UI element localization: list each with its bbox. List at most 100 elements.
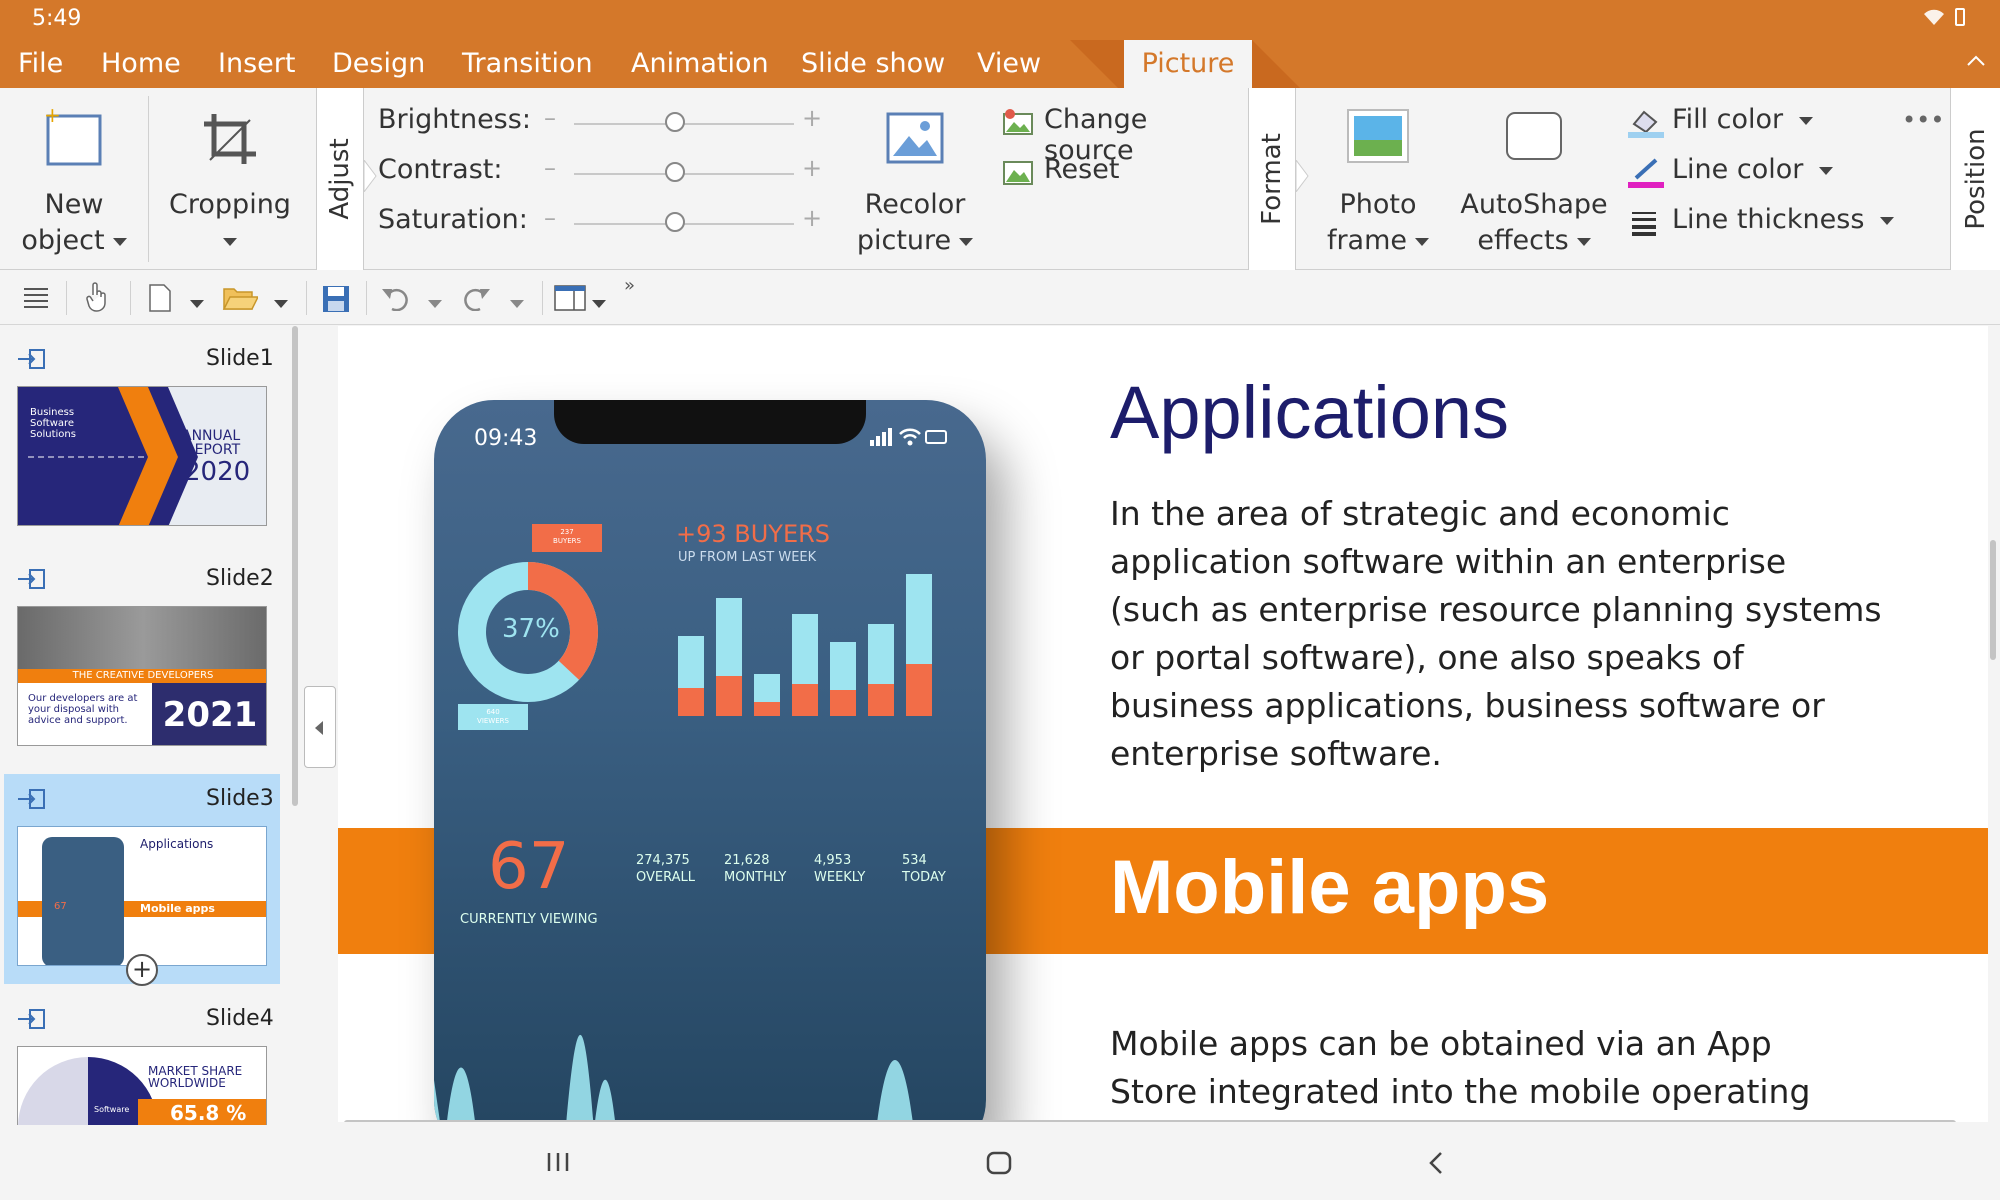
- slide-4-thumbnail[interactable]: MARKET SHARE WORLDWIDE Software 65.8 %: [17, 1046, 267, 1126]
- photo-frame-label-2: frame: [1310, 222, 1446, 259]
- double-chevron-icon[interactable]: »: [624, 275, 635, 296]
- tab-adjust[interactable]: Adjust: [316, 88, 364, 270]
- save-icon[interactable]: [322, 285, 350, 317]
- slide-canvas[interactable]: 09:43 237 BUYERS 37% 640 VIEWERS +93 BUYER…: [338, 326, 1988, 1122]
- chevron-down-icon: [959, 237, 974, 246]
- minus-icon[interactable]: –: [544, 104, 556, 132]
- slide-body[interactable]: In the area of strategic and economic ap…: [1110, 490, 1970, 778]
- viewers-badge-num: 640: [486, 708, 500, 716]
- autoshape-label-2: effects: [1456, 222, 1612, 259]
- more-options-icon[interactable]: •••: [1902, 106, 1944, 134]
- chevron-down-icon[interactable]: [592, 293, 606, 312]
- slider-handle[interactable]: [665, 112, 685, 132]
- horizontal-scrollbar[interactable]: [344, 1120, 1956, 1122]
- contrast-slider[interactable]: Contrast: – +: [378, 154, 838, 194]
- menu-list-icon[interactable]: [22, 285, 50, 315]
- autoshape-icon: [1504, 110, 1564, 168]
- chevron-left-icon: [315, 721, 323, 735]
- body-line: In the area of strategic and economic: [1110, 494, 1730, 533]
- slide-title[interactable]: Applications: [1110, 370, 1509, 455]
- menu-transition[interactable]: Transition: [462, 48, 593, 79]
- autoshape-effects-button[interactable]: AutoShape effects: [1456, 88, 1612, 270]
- slide-1-line: Solutions: [30, 429, 76, 440]
- line-color-button[interactable]: Line color: [1626, 154, 1886, 194]
- line-thickness-button[interactable]: Line thickness: [1626, 204, 1906, 244]
- plus-icon[interactable]: +: [802, 154, 822, 182]
- tab-pointer: [364, 160, 377, 192]
- slide-2-label: Slide2: [206, 566, 274, 591]
- add-slide-button[interactable]: +: [126, 954, 158, 986]
- change-source-button[interactable]: Change source: [1000, 104, 1240, 166]
- minus-icon[interactable]: –: [544, 154, 556, 182]
- panel-collapse-handle[interactable]: [304, 686, 336, 768]
- body-line: Mobile apps can be obtained via an App: [1110, 1024, 1772, 1063]
- menu-animation[interactable]: Animation: [631, 48, 769, 79]
- chevron-down-icon: [1799, 116, 1814, 125]
- slide-2-text: Our developers are at your disposal with a…: [28, 693, 137, 726]
- chevron-down-icon[interactable]: [428, 293, 442, 312]
- hand-pointer-icon[interactable]: [84, 281, 110, 317]
- tab-format[interactable]: Format: [1248, 88, 1296, 270]
- plus-icon[interactable]: +: [802, 204, 822, 232]
- view-layout-icon[interactable]: [554, 285, 586, 315]
- saturation-slider[interactable]: Saturation: – +: [378, 204, 838, 244]
- slide-2-thumbnail[interactable]: THE CREATIVE DEVELOPERS Our developers a…: [17, 606, 267, 746]
- undo-icon[interactable]: [380, 285, 410, 315]
- menu-view[interactable]: View: [977, 48, 1041, 79]
- phone-mockup: 09:43 237 BUYERS 37% 640 VIEWERS +93 BUYER…: [434, 400, 986, 1122]
- tab-format-label: Format: [1257, 133, 1287, 225]
- menu-slide-show[interactable]: Slide show: [801, 48, 945, 79]
- back-icon[interactable]: [1428, 1151, 1444, 1179]
- menu-file[interactable]: File: [18, 48, 63, 79]
- fill-color-button[interactable]: Fill color: [1626, 104, 1886, 144]
- system-nav-bar: [0, 1125, 2000, 1200]
- chevron-down-icon: [1415, 237, 1430, 246]
- body-line: Store integrated into the mobile operati…: [1110, 1072, 1811, 1111]
- new-document-icon[interactable]: [148, 283, 172, 317]
- home-icon[interactable]: [986, 1151, 1012, 1179]
- fill-color-text: Fill color: [1672, 104, 1784, 135]
- quick-toolbar: »: [0, 271, 2000, 325]
- brightness-slider[interactable]: Brightness: – +: [378, 104, 838, 144]
- autoshape-label-1: AutoShape: [1460, 189, 1608, 220]
- body-line: business applications, business software…: [1110, 686, 1825, 725]
- bar-group: [716, 598, 742, 716]
- tab-picture[interactable]: Picture: [1124, 40, 1252, 88]
- new-object-label-2-text: object: [21, 225, 105, 256]
- chevron-down-icon[interactable]: [190, 293, 204, 312]
- photo-frame-button[interactable]: Photo frame: [1310, 88, 1446, 270]
- recent-apps-icon[interactable]: [546, 1151, 570, 1177]
- slide-enter-icon: [16, 348, 46, 374]
- new-object-label-1: New: [44, 189, 104, 220]
- stat-overall: 274,375 OVERALL: [636, 852, 695, 886]
- slide-panel-scrollbar[interactable]: [292, 326, 298, 806]
- minus-icon[interactable]: –: [544, 204, 556, 232]
- divider: [130, 281, 131, 315]
- collapse-ribbon-icon[interactable]: [1966, 52, 1986, 71]
- recolor-picture-button[interactable]: Recolor picture: [842, 88, 988, 270]
- vertical-scrollbar[interactable]: [1990, 540, 1996, 660]
- line-color-label: Line color: [1672, 154, 1834, 185]
- tab-position[interactable]: Position: [1950, 88, 2000, 270]
- chevron-down-icon[interactable]: [274, 293, 288, 312]
- slider-handle[interactable]: [665, 162, 685, 182]
- slide-3-thumbnail[interactable]: Applications Mobile apps 67: [17, 826, 267, 966]
- slide-enter-icon: [16, 788, 46, 814]
- slide-1-thumbnail[interactable]: Business Software Solutions ANNUAL REPORT 2…: [17, 386, 267, 526]
- slide-body-2[interactable]: Mobile apps can be obtained via an App S…: [1110, 1020, 1970, 1116]
- menu-insert[interactable]: Insert: [218, 48, 295, 79]
- plus-icon[interactable]: +: [802, 104, 822, 132]
- new-object-button[interactable]: + New object: [0, 88, 148, 270]
- chevron-down-icon[interactable]: [510, 293, 524, 312]
- slider-handle[interactable]: [665, 212, 685, 232]
- menu-home[interactable]: Home: [101, 48, 181, 79]
- slide-4-label: Slide4: [206, 1006, 274, 1031]
- stat-value: 534: [902, 853, 927, 868]
- line-color-icon: [1628, 156, 1664, 192]
- redo-icon[interactable]: [462, 285, 492, 315]
- reset-button[interactable]: Reset: [1000, 154, 1200, 194]
- banner-title[interactable]: Mobile apps: [1110, 844, 1549, 931]
- cropping-button[interactable]: Cropping: [152, 88, 308, 270]
- folder-open-icon[interactable]: [222, 285, 260, 315]
- menu-design[interactable]: Design: [332, 48, 425, 79]
